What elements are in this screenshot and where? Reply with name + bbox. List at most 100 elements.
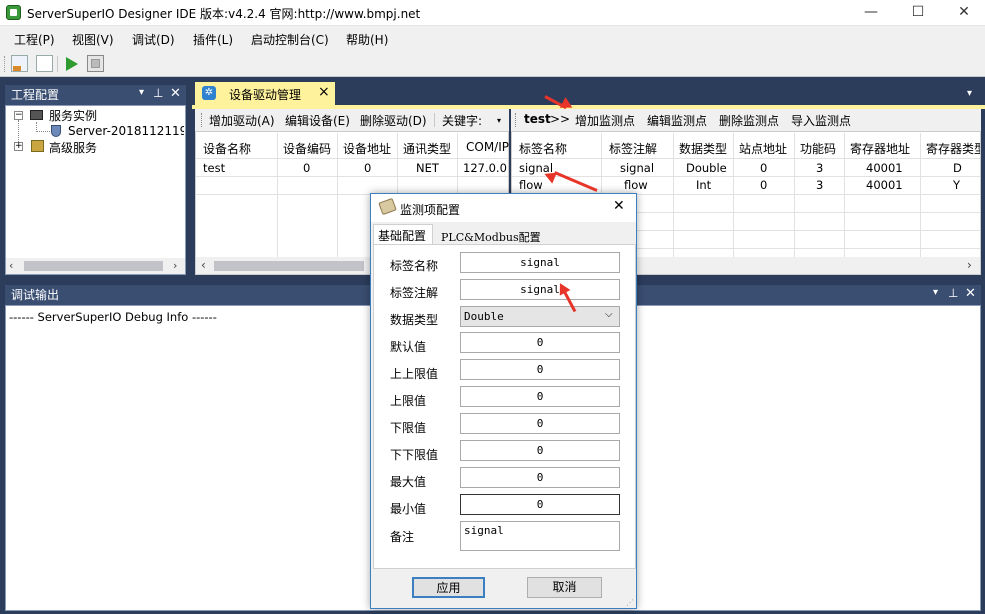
grid-hline — [196, 158, 508, 159]
device-col-comip[interactable]: COM/IP — [466, 140, 509, 154]
table-cell[interactable]: 3 — [816, 161, 823, 175]
table-cell[interactable]: 40001 — [866, 178, 903, 192]
table-cell[interactable]: NET — [416, 161, 439, 175]
table-cell[interactable]: Double — [686, 161, 727, 175]
table-cell[interactable]: Y — [953, 178, 960, 192]
grid-vline — [920, 133, 921, 257]
label-upper: 上限值 — [390, 394, 427, 408]
scroll-thumb[interactable] — [214, 261, 364, 271]
upper-field[interactable]: 0 — [460, 386, 620, 407]
expand-icon[interactable]: + — [14, 142, 23, 151]
delete-monitor-button[interactable]: 删除监测点 — [719, 112, 779, 129]
add-driver-button[interactable]: 增加驱动(A) — [209, 112, 275, 129]
default-field[interactable]: 0 — [460, 332, 620, 353]
toolbar — [0, 51, 985, 77]
resize-grip-icon[interactable]: ⋰ — [626, 598, 634, 607]
dropdown-icon[interactable]: ▾ — [139, 87, 144, 98]
overflow-icon[interactable]: ▾ — [497, 116, 501, 125]
monitor-col-register-type[interactable]: 寄存器类型 — [926, 140, 980, 157]
debug-text: ------ ServerSuperIO Debug Info ------ — [9, 310, 217, 324]
monitor-col-note[interactable]: 标签注解 — [609, 140, 657, 157]
delete-driver-button[interactable]: 删除驱动(D) — [360, 112, 427, 129]
menu-console[interactable]: 启动控制台(C) — [251, 31, 329, 48]
project-panel-title-text: 工程配置 — [11, 88, 60, 102]
device-col-code[interactable]: 设备编码 — [283, 140, 331, 157]
tree-root[interactable]: 服务实例 — [49, 107, 97, 124]
table-cell[interactable]: 40001 — [866, 161, 903, 175]
remark-textarea[interactable]: signal — [460, 521, 620, 551]
monitor-col-tag[interactable]: 标签名称 — [519, 140, 567, 157]
pin-icon[interactable]: ⊥ — [153, 86, 163, 100]
menu-debug[interactable]: 调试(D) — [132, 31, 175, 48]
edit-monitor-button[interactable]: 编辑监测点 — [647, 112, 707, 129]
lower-lower-field[interactable]: 0 — [460, 440, 620, 461]
upper-upper-field[interactable]: 0 — [460, 359, 620, 380]
add-monitor-button[interactable]: 增加监测点 — [575, 112, 635, 129]
close-button[interactable]: ✕ — [941, 0, 985, 26]
monitor-col-register[interactable]: 寄存器地址 — [850, 140, 910, 157]
table-cell[interactable]: 127.0.0. — [463, 161, 507, 175]
scroll-thumb[interactable] — [24, 261, 163, 271]
tag-name-field[interactable]: signal — [460, 252, 620, 273]
collapse-icon[interactable]: − — [14, 111, 23, 120]
label-lower-lower: 下下限值 — [390, 448, 439, 462]
menu-help[interactable]: 帮助(H) — [346, 31, 388, 48]
minimize-button[interactable]: — — [848, 0, 894, 26]
label-min: 最小值 — [390, 502, 427, 516]
table-cell[interactable]: 0 — [760, 161, 767, 175]
panel-close-icon[interactable]: ✕ — [170, 86, 181, 101]
gear-icon: ✲ — [202, 86, 216, 100]
device-col-comm[interactable]: 通讯类型 — [403, 140, 451, 157]
apply-button[interactable]: 应用 — [412, 577, 485, 598]
pin-icon[interactable]: ⊥ — [948, 286, 958, 300]
scroll-right-icon[interactable]: › — [173, 259, 177, 272]
table-cell[interactable]: test — [203, 161, 225, 175]
table-cell[interactable]: 3 — [816, 178, 823, 192]
table-cell[interactable]: flow — [624, 178, 648, 192]
advanced-service-icon — [31, 140, 44, 152]
panel-close-icon[interactable]: ✕ — [965, 286, 976, 301]
play-icon[interactable] — [66, 57, 78, 71]
toolbar-separator — [434, 113, 435, 127]
max-field[interactable]: 0 — [460, 467, 620, 488]
stop-icon-square — [91, 59, 100, 68]
device-col-name[interactable]: 设备名称 — [203, 140, 251, 157]
monitor-col-type[interactable]: 数据类型 — [679, 140, 727, 157]
dropdown-icon[interactable]: ▾ — [933, 287, 938, 298]
device-col-address[interactable]: 设备地址 — [343, 140, 391, 157]
monitor-col-station[interactable]: 站点地址 — [739, 140, 787, 157]
monitor-col-func[interactable]: 功能码 — [800, 140, 836, 157]
menu-view[interactable]: 视图(V) — [72, 31, 114, 48]
chevron-down-icon[interactable]: ⌵ — [605, 309, 613, 320]
label-remark: 备注 — [390, 530, 415, 544]
tree-advanced-service[interactable]: 高级服务 — [49, 139, 97, 156]
table-cell[interactable]: D — [953, 161, 962, 175]
edit-device-button[interactable]: 编辑设备(E) — [285, 112, 350, 129]
tree-server-node[interactable]: Server-20181121194812 — [68, 124, 184, 138]
table-cell[interactable]: Int — [696, 178, 711, 192]
menu-project[interactable]: 工程(P) — [14, 31, 55, 48]
table-cell[interactable]: 0 — [760, 178, 767, 192]
tab-close-icon[interactable]: × — [318, 84, 330, 100]
scroll-left-icon[interactable]: ‹ — [9, 259, 13, 272]
data-type-select[interactable]: Double — [460, 306, 620, 327]
scroll-right-icon[interactable]: › — [967, 258, 972, 272]
document-icon[interactable] — [36, 55, 53, 72]
menu-plugin[interactable]: 插件(L) — [193, 31, 233, 48]
cancel-button[interactable]: 取消 — [527, 577, 602, 598]
dialog-close-icon[interactable]: ✕ — [613, 198, 625, 214]
table-cell[interactable]: 0 — [303, 161, 310, 175]
table-cell[interactable]: 0 — [364, 161, 371, 175]
min-field[interactable]: 0 — [460, 494, 620, 515]
table-cell[interactable]: signal — [620, 161, 654, 175]
scroll-left-icon[interactable]: ‹ — [201, 258, 206, 272]
import-monitor-button[interactable]: 导入监测点 — [791, 112, 851, 129]
tab-dropdown-icon[interactable]: ▾ — [967, 88, 972, 99]
maximize-button[interactable]: ☐ — [895, 0, 941, 26]
grid-hline — [512, 158, 980, 159]
lower-field[interactable]: 0 — [460, 413, 620, 434]
monitor-device-label: test — [524, 112, 551, 126]
tag-note-field[interactable]: signal — [460, 279, 620, 300]
table-cell[interactable]: flow — [519, 178, 543, 192]
tab-plc-modbus[interactable]: PLC&Modbus配置 — [441, 229, 541, 245]
